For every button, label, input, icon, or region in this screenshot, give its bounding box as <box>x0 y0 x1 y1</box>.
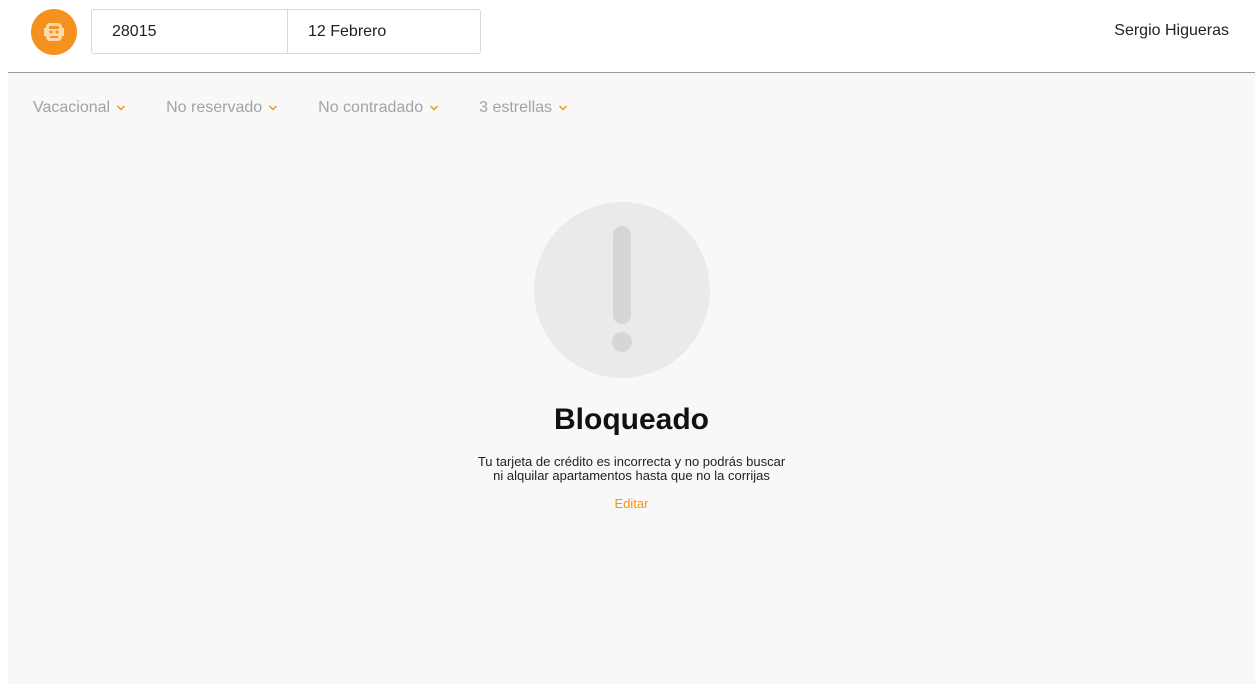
filter-reservation-dropdown[interactable]: No reservado <box>166 99 278 117</box>
filter-bar: Vacacional No reservado No contradado 3 … <box>33 99 608 117</box>
filter-label: No reservado <box>166 99 263 116</box>
brand-logo-icon <box>44 23 64 41</box>
date-input[interactable]: 12 Febrero <box>288 10 480 53</box>
filter-type-dropdown[interactable]: Vacacional <box>33 99 126 117</box>
exclamation-icon <box>612 226 632 352</box>
brand-logo[interactable] <box>31 9 77 55</box>
chevron-down-icon <box>117 105 126 111</box>
filter-label: 3 estrellas <box>479 99 553 116</box>
chevron-down-icon <box>269 105 278 111</box>
filter-label: Vacacional <box>33 99 111 116</box>
alert-badge <box>534 202 710 378</box>
blocked-message: Tu tarjeta de crédito es incorrecta y no… <box>8 455 1255 483</box>
main-content: Vacacional No reservado No contradado 3 … <box>8 73 1255 684</box>
user-menu[interactable]: Sergio Higueras <box>1114 22 1229 40</box>
filter-contract-dropdown[interactable]: No contradado <box>318 99 439 117</box>
edit-link[interactable]: Editar <box>8 496 1255 511</box>
blocked-title: Bloqueado <box>554 403 709 436</box>
blocked-message-line: ni alquilar apartamentos hasta que no la… <box>493 468 770 483</box>
chevron-down-icon <box>430 105 439 111</box>
filter-label: No contradado <box>318 99 424 116</box>
blocked-message-line: Tu tarjeta de crédito es incorrecta y no… <box>477 454 786 469</box>
postal-code-input[interactable]: 28015 <box>92 10 288 53</box>
chevron-down-icon <box>559 105 568 111</box>
top-bar: 28015 12 Febrero Sergio Higueras <box>0 0 1255 72</box>
search-bar: 28015 12 Febrero <box>91 9 481 54</box>
filter-stars-dropdown[interactable]: 3 estrellas <box>479 99 568 117</box>
